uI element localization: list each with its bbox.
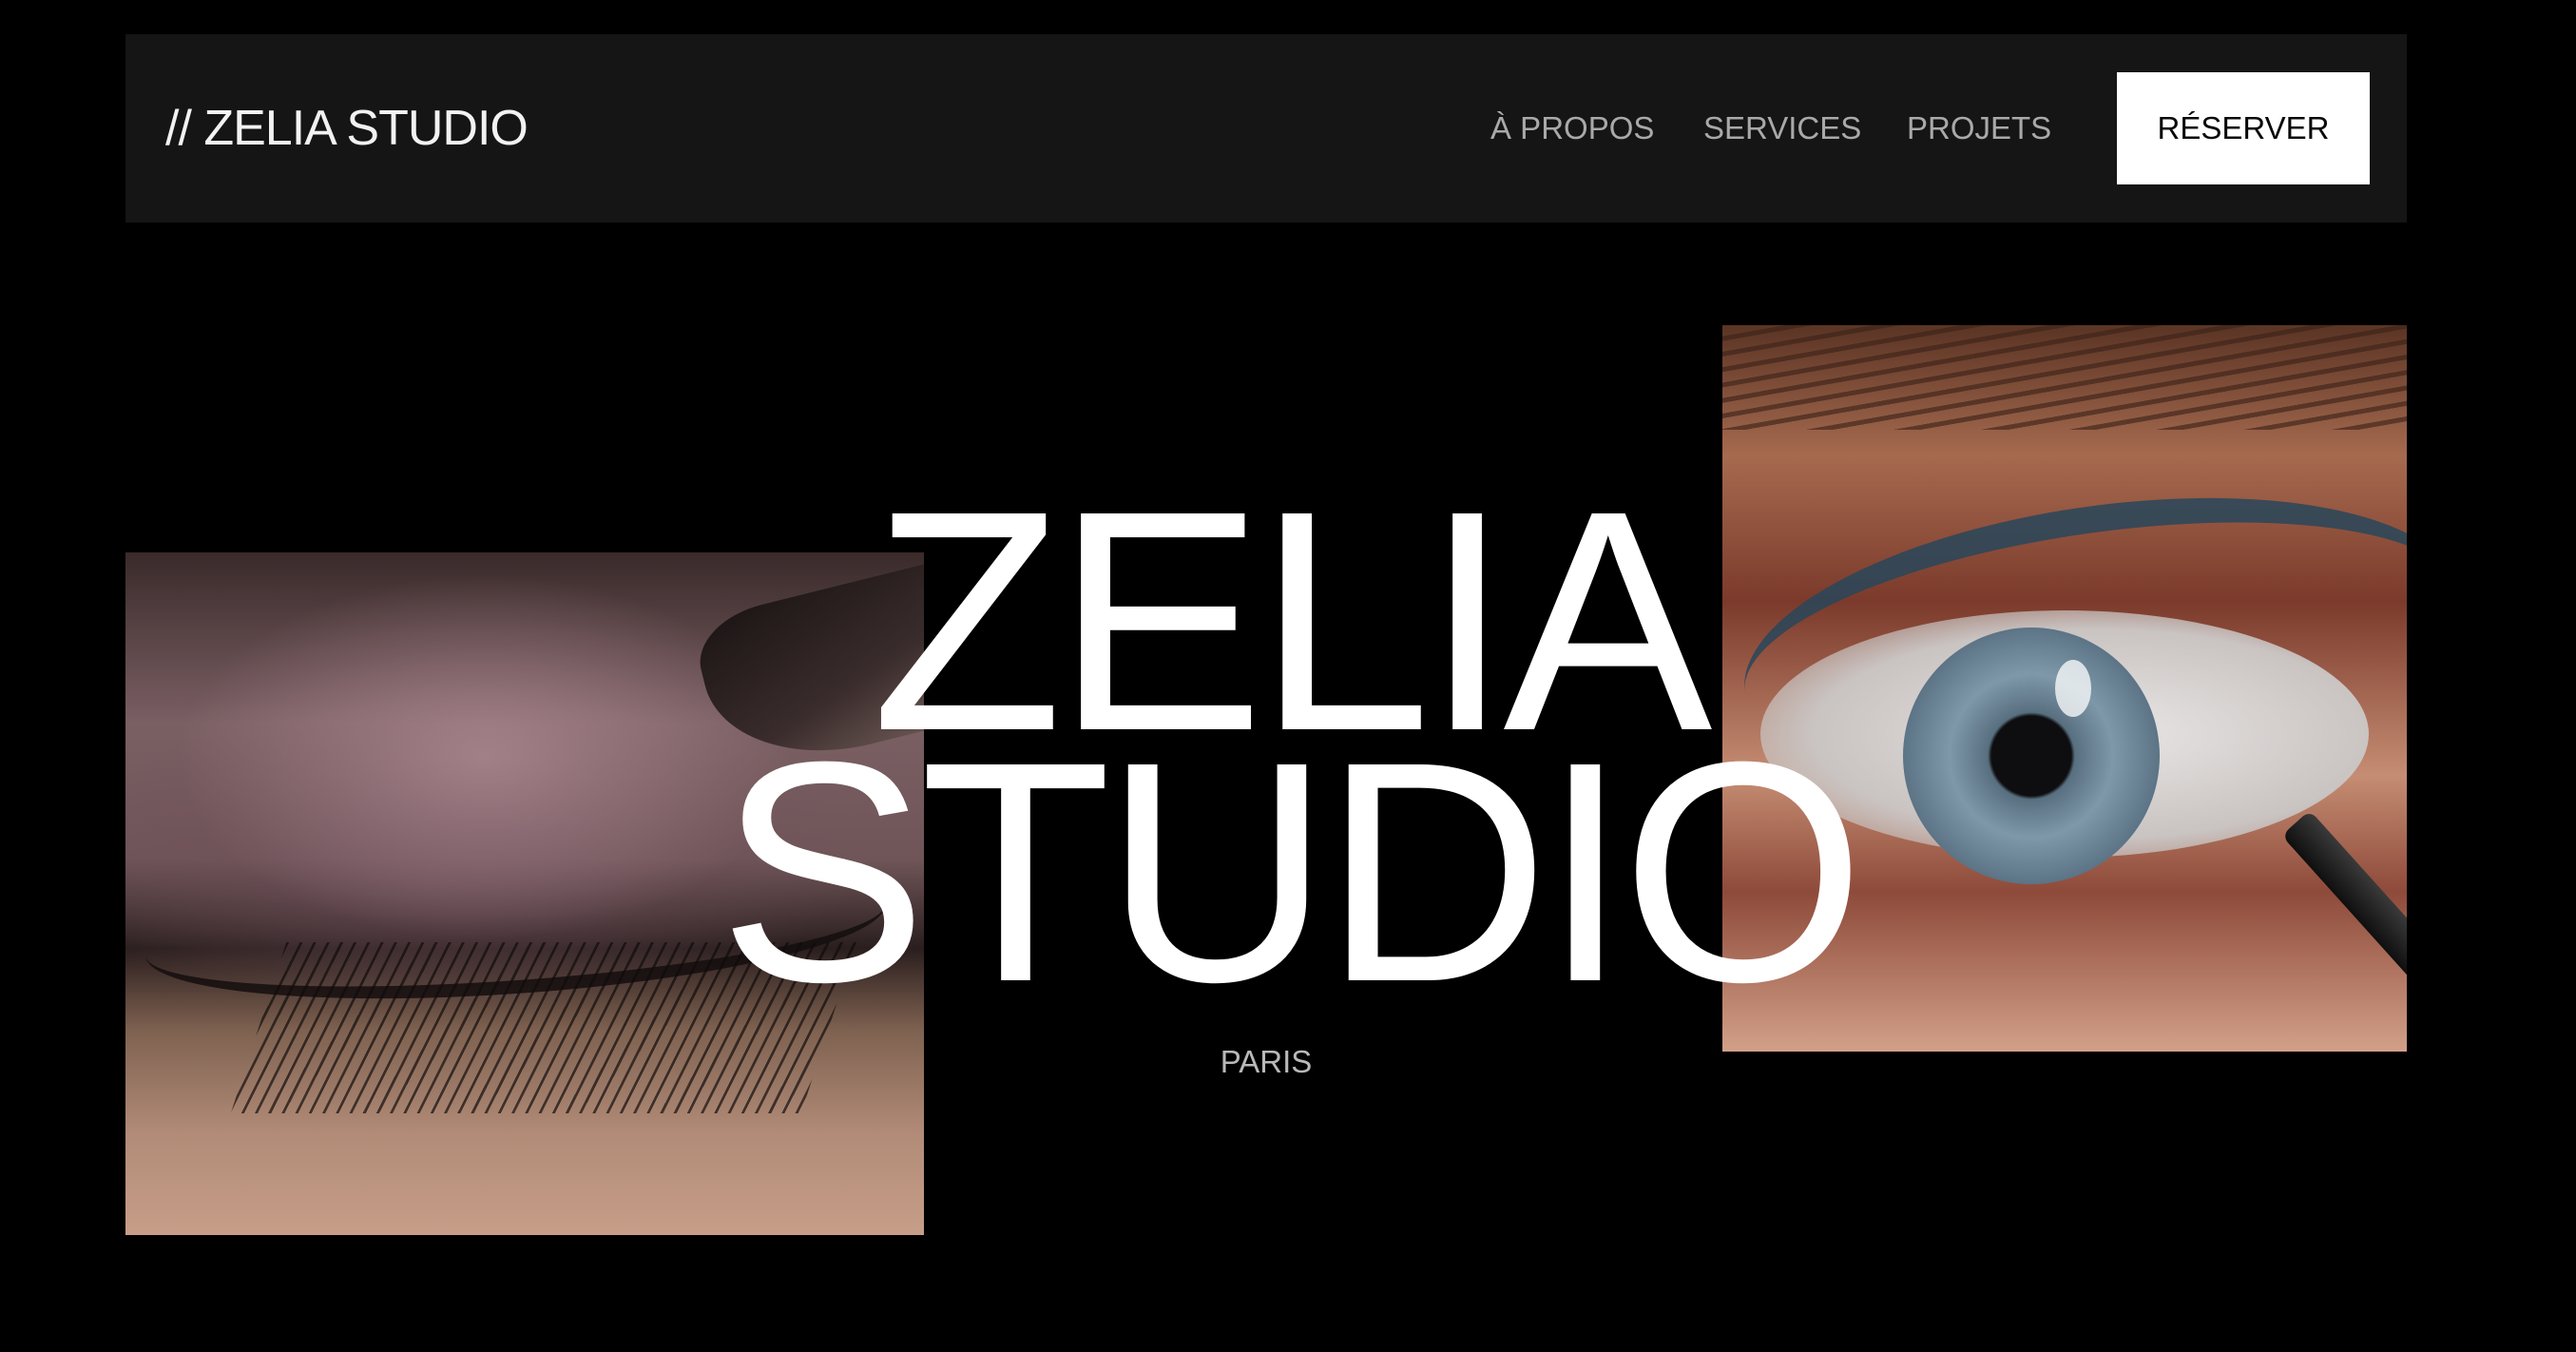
brow-texture-shape [1722,325,2407,430]
page: // ZELIA STUDIO À PROPOS SERVICES PROJET… [0,0,2576,1352]
book-button[interactable]: RÉSERVER [2117,72,2370,184]
location-label: PARIS [1220,1044,1313,1079]
site-logo[interactable]: // ZELIA STUDIO [165,34,529,222]
hero-title-line-2: STUDIO [718,696,1866,1047]
nav-link-projects[interactable]: PROJETS [1907,34,2051,222]
site-header: // ZELIA STUDIO À PROPOS SERVICES PROJET… [125,34,2407,222]
nav-link-about[interactable]: À PROPOS [1490,34,1654,222]
nav-link-services[interactable]: SERVICES [1703,34,1861,222]
